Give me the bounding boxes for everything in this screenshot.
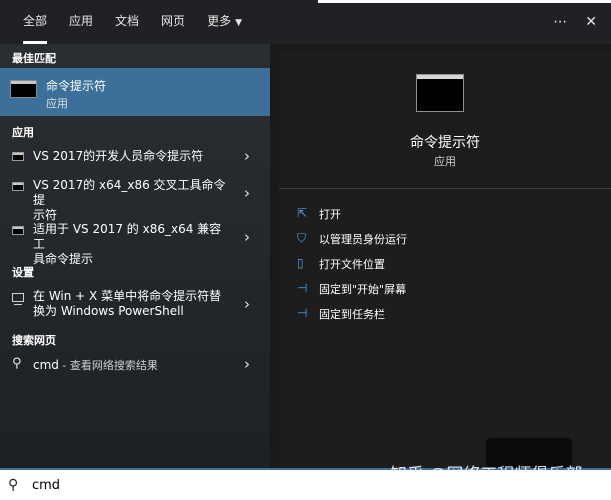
best-match-item[interactable]: 命令提示符 应用 xyxy=(0,68,270,116)
pin-taskbar-icon: ⊣ xyxy=(297,306,308,320)
best-match-name: 命令提示符 xyxy=(46,79,107,93)
app-result-item[interactable]: 适用于 VS 2017 的 x86_x64 兼容工 具命令提示 › xyxy=(0,220,270,266)
command-prompt-icon xyxy=(12,152,24,161)
search-input[interactable] xyxy=(32,475,332,495)
web-search-item[interactable]: ⚲ cmd - 查看网络搜索结果 › xyxy=(0,354,270,376)
settings-result-line: 换为 Windows PowerShell xyxy=(33,304,184,318)
chevron-down-icon: ▼ xyxy=(235,18,242,28)
window-edge xyxy=(318,0,611,3)
tab-documents-label: 文档 xyxy=(115,14,140,28)
tab-apps-label: 应用 xyxy=(69,14,94,28)
divider xyxy=(279,188,611,189)
section-apps: 应用 xyxy=(12,126,34,139)
tab-web-label: 网页 xyxy=(161,14,186,28)
tab-documents[interactable]: 文档 xyxy=(104,0,150,44)
web-search-suffix: - 查看网络搜索结果 xyxy=(58,359,158,372)
action-open-file-location-label: 打开文件位置 xyxy=(319,258,385,271)
section-settings: 设置 xyxy=(12,266,34,279)
app-result-label: VS 2017的开发人员命令提示符 xyxy=(33,149,233,164)
settings-result-item[interactable]: 在 Win + X 菜单中将命令提示符替 换为 Windows PowerShe… xyxy=(0,287,270,321)
search-icon: ⚲ xyxy=(12,356,22,371)
tab-all-label: 全部 xyxy=(23,14,48,28)
tab-all[interactable]: 全部 xyxy=(12,0,58,44)
chevron-right-icon[interactable]: › xyxy=(244,147,250,165)
chevron-right-icon[interactable]: › xyxy=(244,228,250,246)
tab-more[interactable]: 更多 ▼ xyxy=(196,0,253,44)
open-icon: ⇱ xyxy=(297,206,308,220)
close-icon[interactable]: ✕ xyxy=(585,14,597,30)
results-pane: 最佳匹配 命令提示符 应用 应用 VS 2017的开发人员命令提示符 › VS … xyxy=(0,44,270,468)
tab-web[interactable]: 网页 xyxy=(150,0,196,44)
watermark-text: 知乎 @网络工程师俱乐部 xyxy=(390,465,583,485)
top-tab-bar: 全部 应用 文档 网页 更多 ▼ ⋯ ✕ xyxy=(0,0,611,44)
section-best-match: 最佳匹配 xyxy=(12,52,56,65)
app-result-item[interactable]: VS 2017的开发人员命令提示符 › xyxy=(0,146,270,168)
best-match-type: 应用 xyxy=(46,97,68,110)
command-prompt-icon xyxy=(12,226,24,235)
action-pin-to-taskbar-label: 固定到任务栏 xyxy=(319,308,385,321)
run-as-admin-icon: ⛉ xyxy=(297,231,307,245)
settings-result-line: 在 Win + X 菜单中将命令提示符替 xyxy=(33,289,222,303)
app-result-line: VS 2017的 x64_x86 交叉工具命令提 xyxy=(33,178,226,207)
app-result-label: VS 2017的 x64_x86 交叉工具命令提 示符 xyxy=(33,178,233,223)
search-icon: ⚲ xyxy=(8,477,19,493)
command-prompt-icon xyxy=(12,182,24,191)
app-result-label: 适用于 VS 2017 的 x86_x64 兼容工 具命令提示 xyxy=(33,222,233,267)
chevron-right-icon[interactable]: › xyxy=(244,295,250,313)
search-tabs: 全部 应用 文档 网页 更多 ▼ xyxy=(12,0,253,44)
tab-apps[interactable]: 应用 xyxy=(58,0,104,44)
file-location-icon: ▯ xyxy=(297,256,304,270)
section-web-search: 搜索网页 xyxy=(12,334,56,347)
preview-subtitle: 应用 xyxy=(434,155,456,168)
web-search-label: cmd - 查看网络搜索结果 xyxy=(33,358,233,373)
action-open-label: 打开 xyxy=(319,208,341,221)
pin-start-icon: ⊣ xyxy=(297,281,308,295)
app-result-item[interactable]: VS 2017的 x64_x86 交叉工具命令提 示符 › xyxy=(0,176,270,222)
settings-result-label: 在 Win + X 菜单中将命令提示符替 换为 Windows PowerShe… xyxy=(33,289,233,319)
action-run-as-admin-label: 以管理员身份运行 xyxy=(319,233,407,246)
preview-pane: 命令提示符 应用 ⇱ 打开 ⛉ 以管理员身份运行 ▯ 打开文件位置 ⊣ 固定到"… xyxy=(279,52,611,468)
web-search-query: cmd xyxy=(33,358,59,372)
chevron-right-icon[interactable]: › xyxy=(244,355,250,373)
top-actions: ⋯ ✕ xyxy=(553,0,597,44)
preview-title: 命令提示符 xyxy=(410,135,480,151)
app-result-line: 适用于 VS 2017 的 x86_x64 兼容工 xyxy=(33,222,222,251)
command-prompt-icon xyxy=(416,74,464,112)
action-pin-to-start-label: 固定到"开始"屏幕 xyxy=(319,283,407,296)
app-result-line: VS 2017的开发人员命令提示符 xyxy=(33,149,204,163)
app-result-line: 具命令提示 xyxy=(33,252,94,266)
tab-more-label: 更多 xyxy=(207,14,232,28)
command-prompt-icon xyxy=(10,80,37,98)
more-options-icon[interactable]: ⋯ xyxy=(553,14,567,30)
monitor-settings-icon xyxy=(12,293,24,305)
chevron-right-icon[interactable]: › xyxy=(244,184,250,202)
